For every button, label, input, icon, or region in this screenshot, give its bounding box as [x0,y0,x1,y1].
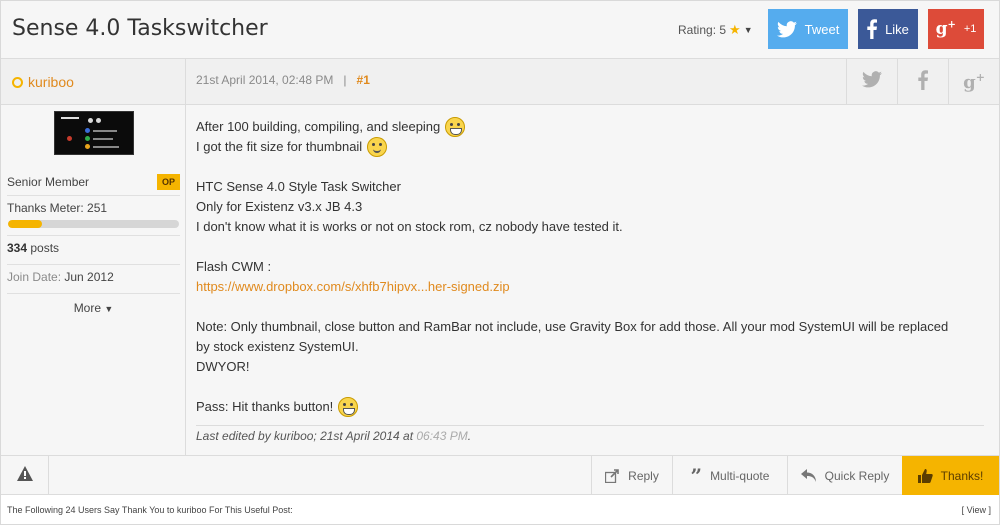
google-plus-icon: g+ [963,71,985,93]
reply-button[interactable]: Reply [591,456,672,495]
posts-label: posts [30,241,60,255]
divider [7,264,180,265]
view-thanks-link[interactable]: [ View ] [962,505,991,515]
post-share-gplus[interactable]: g+ [948,59,999,105]
grin-smiley-icon [445,117,466,137]
post-frame: Sense 4.0 Taskswitcher Rating: 5 ★ ▼ Twe… [0,0,1000,525]
divider [7,235,180,236]
thread-header: Sense 4.0 Taskswitcher Rating: 5 ★ ▼ Twe… [1,1,999,59]
like-button[interactable]: Like [858,9,918,49]
quick-reply-button[interactable]: Quick Reply [787,456,902,495]
post-number-link[interactable]: #1 [357,73,370,87]
reply-label: Reply [628,468,659,483]
thumbs-up-icon [917,468,933,483]
caret-down-icon: ▼ [743,25,753,35]
join-date-value: Jun 2012 [64,270,114,284]
grin-smiley-icon [338,397,359,417]
thanks-footer-text: The Following 24 Users Say Thank You to … [7,505,293,515]
post-line: Only for Existenz v3.x JB 4.3 [196,199,363,214]
post-date: 21st April 2014, 02:48 PM [196,73,334,87]
warning-icon [16,465,33,486]
tweet-label: Tweet [804,21,840,37]
thanks-meter-fill [8,220,43,228]
tweet-button[interactable]: Tweet [768,9,848,49]
last-edited-note: Last edited by kuriboo; 21st April 2014 … [196,425,984,443]
edit-suffix: . [467,429,472,443]
page-title: Sense 4.0 Taskswitcher [12,16,268,41]
more-label: More [73,301,102,315]
post-content: After 100 building, compiling, and sleep… [196,117,986,417]
edit-time: 06:43 PM [416,429,468,443]
user-rank: Senior Member OP [7,172,180,192]
google-plus-icon: g+ [935,19,956,39]
gplus-label: +1 [963,23,977,35]
post-line: After 100 building, compiling, and sleep… [196,117,986,137]
post-line: I don't know what it is works or not on … [196,219,623,234]
join-date-label: Join Date: [7,270,62,284]
caret-down-icon: ▼ [104,304,114,314]
meta-separator: | [343,73,347,87]
posts-count: 334 posts [7,241,180,255]
rank-label: Senior Member [7,175,90,189]
thanks-button[interactable]: Thanks! [902,456,999,495]
download-link[interactable]: https://www.dropbox.com/s/xhfb7hipvx...h… [196,277,510,297]
report-button[interactable] [1,456,49,495]
twitter-icon [862,71,882,93]
facebook-icon [867,19,878,39]
multi-quote-button[interactable]: ” Multi-quote [672,456,787,495]
post-line: Pass: Hit thanks button! [196,397,986,417]
post-line: https://www.dropbox.com/s/xhfb7hipvx...h… [196,277,986,297]
op-badge: OP [156,174,180,190]
post-meta: 21st April 2014, 02:48 PM | #1 [196,73,370,87]
thanks-meter [8,220,179,228]
username-link[interactable]: kuriboo [28,74,74,90]
user-info-panel: Senior Member OP Thanks Meter: 251 334 p… [1,105,186,456]
post-line: by stock existenz SystemUI. [196,339,359,354]
rating-dropdown[interactable]: Rating: 5 ★ ▼ [678,22,753,38]
post-share-twitter[interactable] [846,59,897,105]
gplus-button[interactable]: g+ +1 [928,9,984,49]
post-author: kuriboo [1,59,186,105]
like-label: Like [885,21,909,37]
divider [7,293,180,294]
rating-label: Rating: 5 [678,23,727,37]
post-line: I got the fit size for thumbnail [196,137,986,157]
post-line: Flash CWM : [196,259,272,274]
avatar[interactable] [54,111,134,155]
smile-smiley-icon [367,137,388,157]
join-date: Join Date: Jun 2012 [7,270,180,284]
multi-quote-label: Multi-quote [710,468,770,483]
facebook-icon [918,69,928,95]
star-icon: ★ [729,22,741,37]
thanks-footer: The Following 24 Users Say Thank You to … [1,495,999,524]
back-arrow-icon [800,468,817,483]
divider [7,195,180,196]
thanks-meter-label: Thanks Meter: 251 [7,201,108,215]
edit-prefix: Last edited by kuriboo; 21st April 2014 … [196,429,414,443]
post-line-blank [196,377,986,397]
quick-reply-label: Quick Reply [824,468,890,483]
post-line: Note: Only thumbnail, close button and R… [196,319,949,334]
post-line: DWYOR! [196,359,250,374]
post-action-bar: Reply ” Multi-quote Quick Reply Thanks! [1,455,999,495]
posts-number: 334 [7,241,28,255]
twitter-icon [776,20,797,38]
offline-status-icon [12,76,23,88]
more-dropdown[interactable]: More ▼ [1,301,186,315]
post-head: kuriboo 21st April 2014, 02:48 PM | #1 g… [1,59,999,105]
post-share-facebook[interactable] [897,59,948,105]
post-share-icons: g+ [846,59,999,105]
thanks-label: Thanks! [940,468,984,483]
post-line-blank [196,297,986,317]
post-line-blank [196,157,986,177]
reply-arrow-icon [605,468,620,483]
post-line-blank [196,237,986,257]
quote-icon: ” [690,463,703,488]
post-line: HTC Sense 4.0 Style Task Switcher [196,179,401,194]
